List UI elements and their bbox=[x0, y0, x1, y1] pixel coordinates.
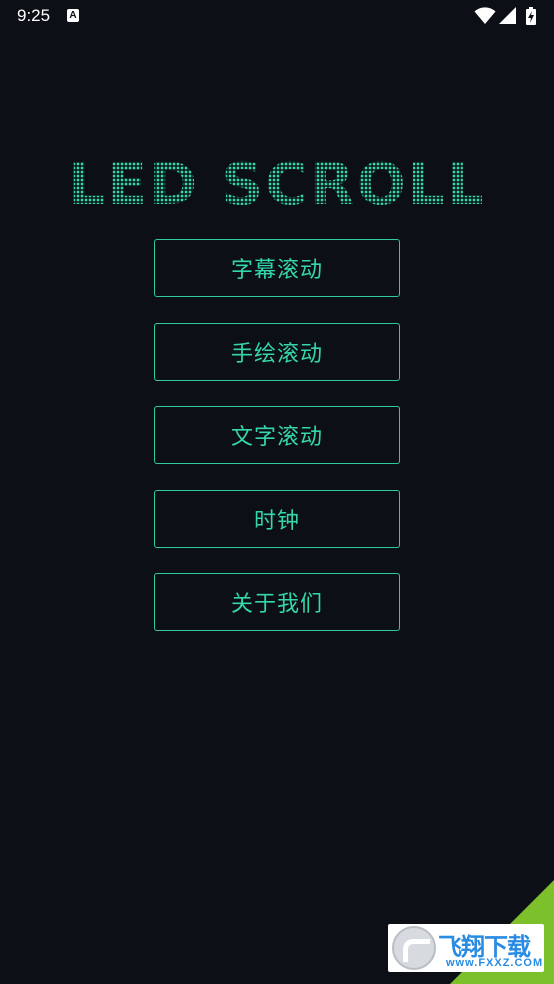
cell-signal-icon bbox=[499, 7, 516, 24]
a-icon: A bbox=[67, 9, 79, 22]
about-us-button[interactable]: 关于我们 bbox=[154, 573, 400, 631]
battery-charging-icon bbox=[526, 7, 536, 25]
status-time: 9:25 bbox=[17, 6, 51, 25]
main-menu: 字幕滚动 手绘滚动 文字滚动 时钟 关于我们 bbox=[154, 239, 400, 657]
hand-drawn-scroll-button[interactable]: 手绘滚动 bbox=[154, 322, 400, 381]
app-title: LED SCROLL bbox=[0, 150, 554, 218]
app-screen: 9:25 A LED SCROLL LED SCROLL 字幕滚动 手绘滚动 文… bbox=[0, 0, 554, 984]
watermark-logo-icon bbox=[392, 926, 436, 970]
status-bar: 9:25 A bbox=[0, 0, 554, 32]
wifi-icon bbox=[474, 7, 496, 24]
watermark-domain: www.FXXZ.COM bbox=[446, 957, 544, 969]
subtitle-scroll-button[interactable]: 字幕滚动 bbox=[154, 239, 400, 297]
clock-button[interactable]: 时钟 bbox=[154, 489, 400, 548]
text-scroll-button[interactable]: 文字滚动 bbox=[154, 406, 400, 464]
